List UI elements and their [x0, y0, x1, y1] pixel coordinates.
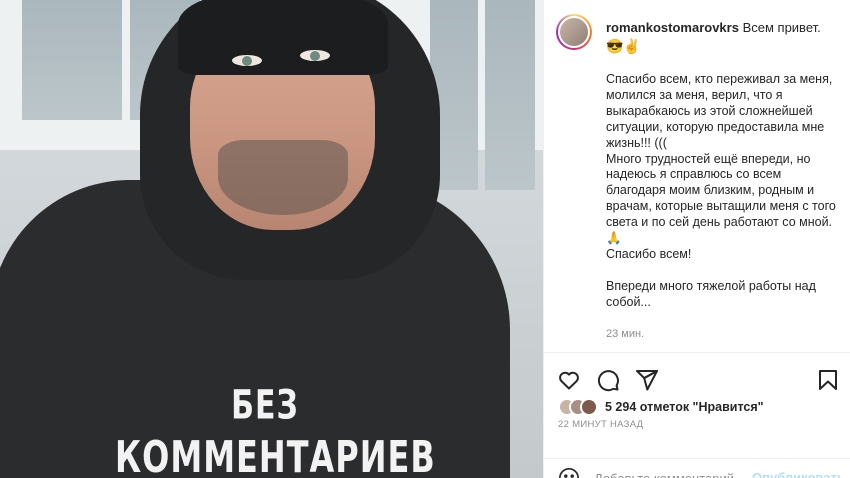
instagram-post: БЕЗ КОММЕНТАРИЕВ romankostomarovkrs Всем…	[0, 0, 850, 478]
right-eye	[300, 50, 330, 61]
avatar-image	[558, 16, 590, 48]
action-section: 5 294 отметок "Нравится" 22 МИНУТ НАЗАД …	[544, 352, 850, 478]
window-pane	[22, 0, 122, 120]
beard	[218, 140, 348, 215]
emoji-line: 😎✌	[606, 38, 641, 54]
bookmark-icon[interactable]	[816, 368, 840, 392]
post-photo[interactable]: БЕЗ КОММЕНТАРИЕВ	[0, 0, 543, 478]
comment-icon[interactable]	[596, 368, 620, 392]
likes-row[interactable]: 5 294 отметок "Нравится"	[558, 397, 764, 417]
publish-button[interactable]: Опубликовать	[752, 470, 845, 478]
caption-greeting: Всем привет.	[742, 20, 821, 35]
caption-text: Спасибо всем, кто переживал за меня, мол…	[606, 72, 836, 309]
shirt-text-line1: БЕЗ	[231, 381, 299, 430]
liker-avatar	[580, 398, 598, 416]
post-timestamp[interactable]: 22 МИНУТ НАЗАД	[558, 419, 643, 430]
avatar[interactable]	[556, 14, 592, 50]
heart-icon[interactable]	[557, 368, 581, 392]
post-sidebar: romankostomarovkrs Всем привет. 😎✌ Спаси…	[543, 0, 850, 478]
left-eye	[232, 55, 262, 66]
window-pane	[485, 0, 535, 190]
beanie	[178, 0, 388, 75]
caption-time: 23 мин.	[606, 328, 645, 340]
username-link[interactable]: romankostomarovkrs	[606, 20, 739, 35]
comment-input[interactable]	[594, 468, 744, 478]
smile-icon[interactable]	[558, 467, 580, 478]
caption-header: romankostomarovkrs Всем привет.	[606, 19, 841, 37]
likes-count[interactable]: 5 294 отметок "Нравится"	[605, 400, 764, 414]
comment-bar: Опубликовать	[544, 458, 850, 478]
shirt-text-line2: КОММЕНТАРИЕВ	[115, 431, 436, 478]
caption-area: romankostomarovkrs Всем привет. 😎✌ Спаси…	[544, 0, 850, 352]
send-icon[interactable]	[635, 368, 659, 392]
